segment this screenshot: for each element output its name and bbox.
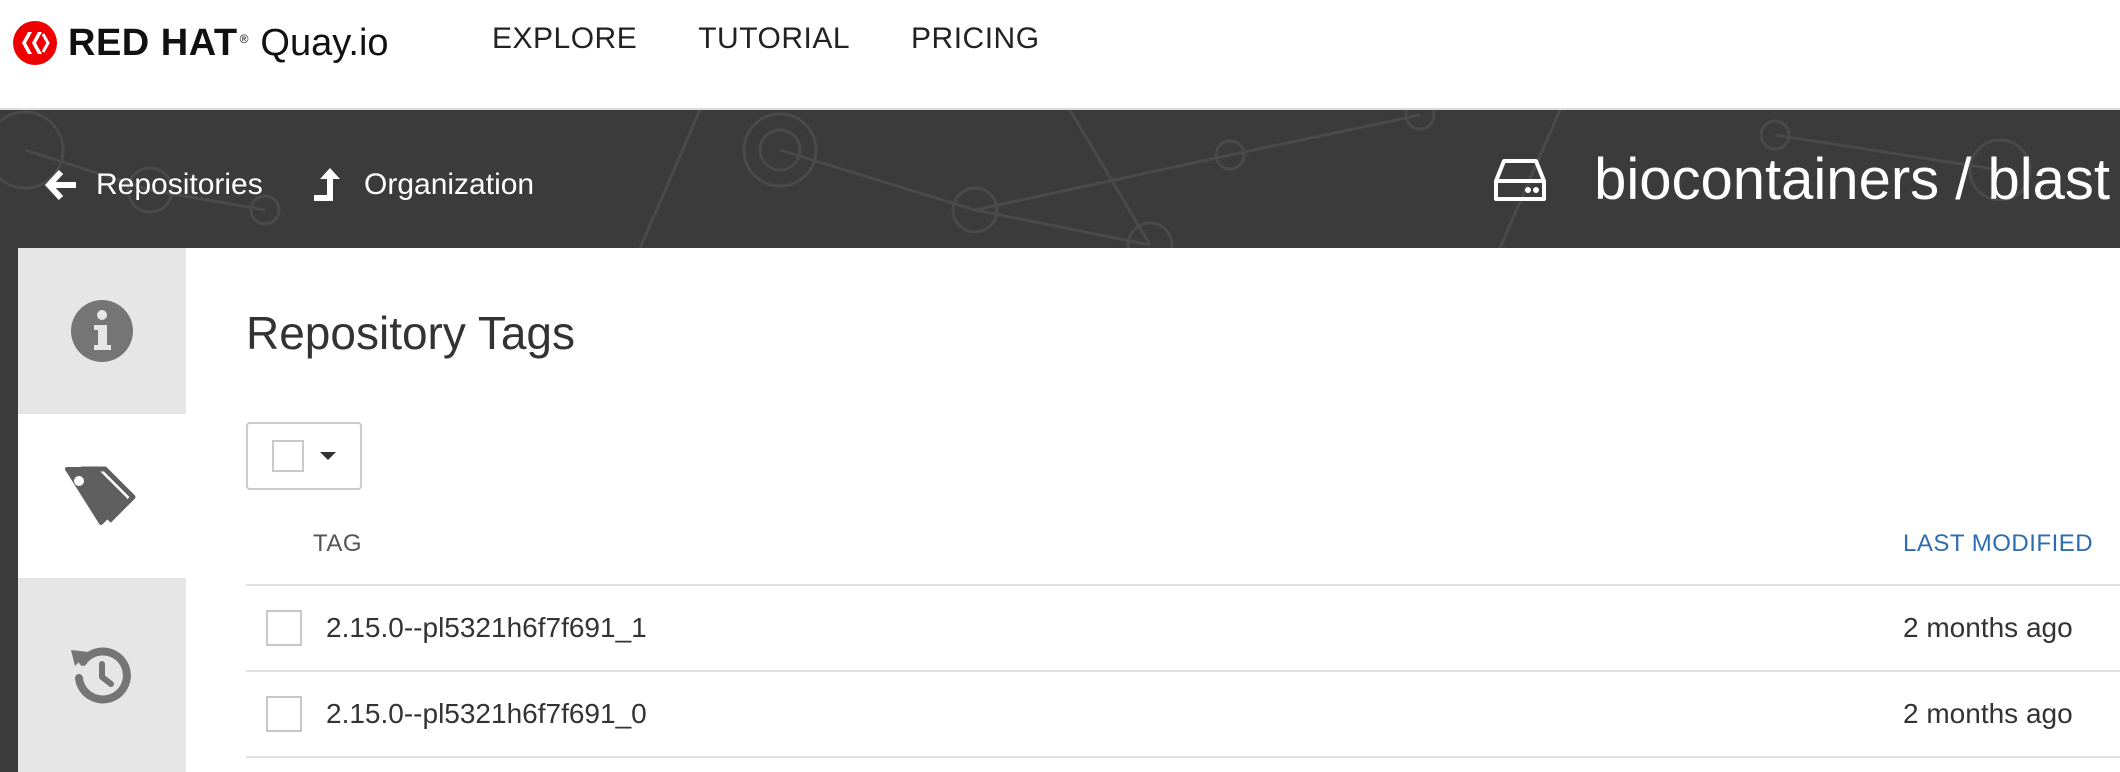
repo-title: biocontainers / blast	[1492, 146, 2110, 213]
row-checkbox[interactable]	[266, 696, 302, 732]
back-to-repositories-link[interactable]: Repositories	[44, 166, 263, 204]
top-navbar: RED HAT ® Quay.io EXPLORE TUTORIAL PRICI…	[0, 0, 2120, 110]
page-title: Repository Tags	[246, 307, 575, 359]
last-modified: 2 months ago	[1903, 698, 2073, 729]
organization-link-label: Organization	[364, 168, 535, 201]
tags-icon	[65, 466, 136, 525]
tab-history[interactable]	[18, 578, 186, 772]
caret-down-icon[interactable]	[320, 452, 336, 460]
repo-sidebar	[18, 248, 186, 772]
repo-name: biocontainers / blast	[1594, 147, 2110, 212]
row-checkbox[interactable]	[266, 610, 302, 646]
repositories-link-label: Repositories	[96, 168, 263, 201]
redhat-logo-icon	[13, 21, 57, 65]
tag-name[interactable]: 2.15.0--pl5321h6f7f691_1	[326, 612, 647, 644]
select-all-checkbox[interactable]	[272, 440, 304, 472]
main-nav: EXPLORE TUTORIAL PRICING	[492, 22, 1101, 56]
nav-pricing-link[interactable]: PRICING	[911, 22, 1040, 56]
table-row: 2.15.0--pl5321h6f7f691_0 2 months ago	[246, 672, 2120, 756]
brand-logo[interactable]: RED HAT ® Quay.io	[12, 20, 389, 66]
row-divider	[246, 756, 2120, 758]
organization-link[interactable]: Organization	[312, 166, 534, 204]
last-modified: 2 months ago	[1903, 612, 2073, 643]
column-header-last-modified[interactable]: LAST MODIFIED	[1903, 530, 2093, 558]
tag-name[interactable]: 2.15.0--pl5321h6f7f691_0	[326, 698, 647, 730]
column-header-tag[interactable]: TAG	[313, 530, 362, 558]
history-icon	[71, 647, 131, 704]
repo-header: Repositories Organization biocontainers …	[0, 110, 2120, 248]
select-all-dropdown[interactable]	[246, 422, 362, 490]
arrow-left-icon	[44, 169, 76, 201]
nav-explore-link[interactable]: EXPLORE	[492, 22, 637, 56]
info-circle-icon	[71, 300, 133, 362]
nav-tutorial-link[interactable]: TUTORIAL	[698, 22, 850, 56]
left-edge-strip	[0, 248, 18, 772]
hdd-icon	[1494, 158, 1547, 201]
registered-mark: ®	[239, 32, 249, 46]
tab-tags[interactable]	[18, 414, 186, 578]
product-name: Quay.io	[260, 21, 389, 64]
brand-name: RED HAT	[68, 21, 238, 64]
level-up-icon	[314, 168, 340, 201]
tab-info[interactable]	[18, 248, 186, 414]
table-row: 2.15.0--pl5321h6f7f691_1 2 months ago	[246, 586, 2120, 670]
